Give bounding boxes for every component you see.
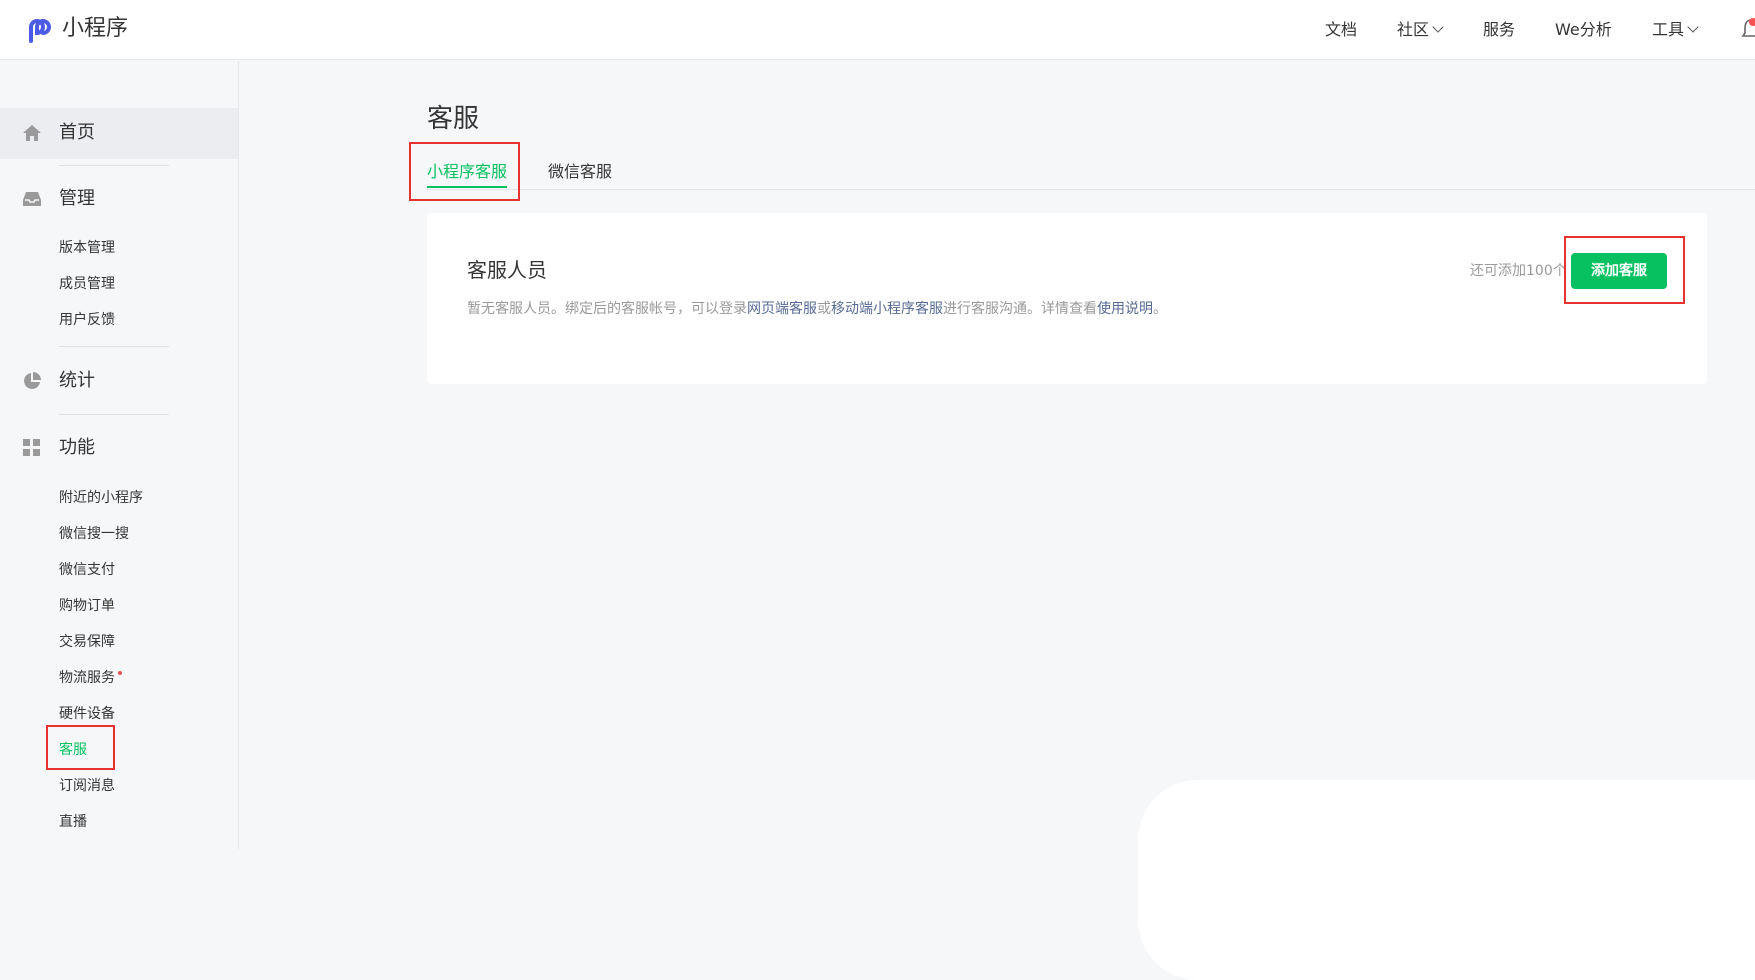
sidebar-item-member-management[interactable]: 成员管理 bbox=[59, 274, 115, 294]
sidebar-divider bbox=[59, 346, 169, 347]
inbox-icon bbox=[23, 192, 41, 206]
sidebar-item-wechat-search[interactable]: 微信搜一搜 bbox=[59, 524, 129, 544]
sidebar-item-nearby-miniprogram[interactable]: 附近的小程序 bbox=[59, 488, 143, 508]
page-title: 客服 bbox=[427, 104, 480, 134]
card-description: 暂无客服人员。绑定后的客服帐号，可以登录网页端客服或移动端小程序客服进行客服沟通… bbox=[467, 298, 1167, 320]
sidebar-section-features[interactable]: 功能 bbox=[59, 435, 95, 461]
sidebar-item-hardware[interactable]: 硬件设备 bbox=[59, 704, 115, 724]
sidebar-divider bbox=[59, 414, 169, 415]
sidebar-item-wechat-pay[interactable]: 微信支付 bbox=[59, 560, 115, 580]
desc-text: 暂无客服人员。绑定后的客服帐号，可以登录 bbox=[467, 301, 747, 317]
sidebar-divider bbox=[59, 165, 169, 166]
floating-panel-edge bbox=[1138, 780, 1755, 980]
new-badge-dot bbox=[118, 671, 122, 675]
sidebar-item-transaction-guarantee[interactable]: 交易保障 bbox=[59, 632, 115, 652]
sidebar-item-version-management[interactable]: 版本管理 bbox=[59, 238, 115, 258]
desc-text: 。 bbox=[1153, 301, 1167, 317]
card-title: 客服人员 bbox=[467, 258, 547, 282]
sidebar-item-subscription-messages[interactable]: 订阅消息 bbox=[59, 776, 115, 796]
tab-wechat-customer-service[interactable]: 微信客服 bbox=[548, 161, 612, 183]
sidebar-item-statistics[interactable]: 统计 bbox=[59, 368, 95, 394]
nav-we-analysis[interactable]: We分析 bbox=[1555, 19, 1612, 41]
tabs-divider bbox=[427, 189, 1755, 190]
miniprogram-logo-icon[interactable] bbox=[22, 14, 54, 46]
desc-text: 进行客服沟通。详情查看 bbox=[943, 301, 1097, 317]
pie-chart-icon bbox=[24, 372, 41, 389]
nav-tools[interactable]: 工具 bbox=[1652, 19, 1699, 41]
sidebar-item-home[interactable]: 首页 bbox=[59, 120, 95, 146]
remaining-count-text: 还可添加100个 bbox=[1470, 263, 1567, 279]
notification-dot bbox=[1749, 18, 1755, 26]
top-bar: 小程序 文档 社区 服务 We分析 工具 bbox=[0, 0, 1755, 60]
brand-title[interactable]: 小程序 bbox=[62, 14, 128, 44]
highlight-box-add-button bbox=[1564, 236, 1685, 304]
sidebar-section-manage[interactable]: 管理 bbox=[59, 186, 95, 212]
nav-tools-label: 工具 bbox=[1652, 20, 1685, 39]
sidebar-item-live[interactable]: 直播 bbox=[59, 812, 87, 832]
chevron-down-icon bbox=[1687, 21, 1699, 33]
home-icon bbox=[23, 125, 41, 141]
sidebar-item-shopping-orders[interactable]: 购物订单 bbox=[59, 596, 115, 616]
nav-community-label: 社区 bbox=[1397, 20, 1430, 39]
sidebar-item-user-feedback[interactable]: 用户反馈 bbox=[59, 310, 115, 330]
nav-services[interactable]: 服务 bbox=[1483, 19, 1515, 41]
grid-icon bbox=[23, 439, 40, 456]
desc-text: 或 bbox=[817, 301, 831, 317]
help-link[interactable]: 使用说明 bbox=[1097, 301, 1153, 317]
sidebar-item-logistics[interactable]: 物流服务 bbox=[59, 668, 115, 688]
nav-docs[interactable]: 文档 bbox=[1325, 19, 1357, 41]
mobile-customer-service-link[interactable]: 移动端小程序客服 bbox=[831, 301, 943, 317]
web-customer-service-link[interactable]: 网页端客服 bbox=[747, 301, 817, 317]
chevron-down-icon bbox=[1432, 21, 1444, 33]
nav-community[interactable]: 社区 bbox=[1397, 19, 1444, 41]
highlight-box-sidebar bbox=[46, 725, 115, 770]
highlight-box-tab bbox=[409, 142, 520, 201]
